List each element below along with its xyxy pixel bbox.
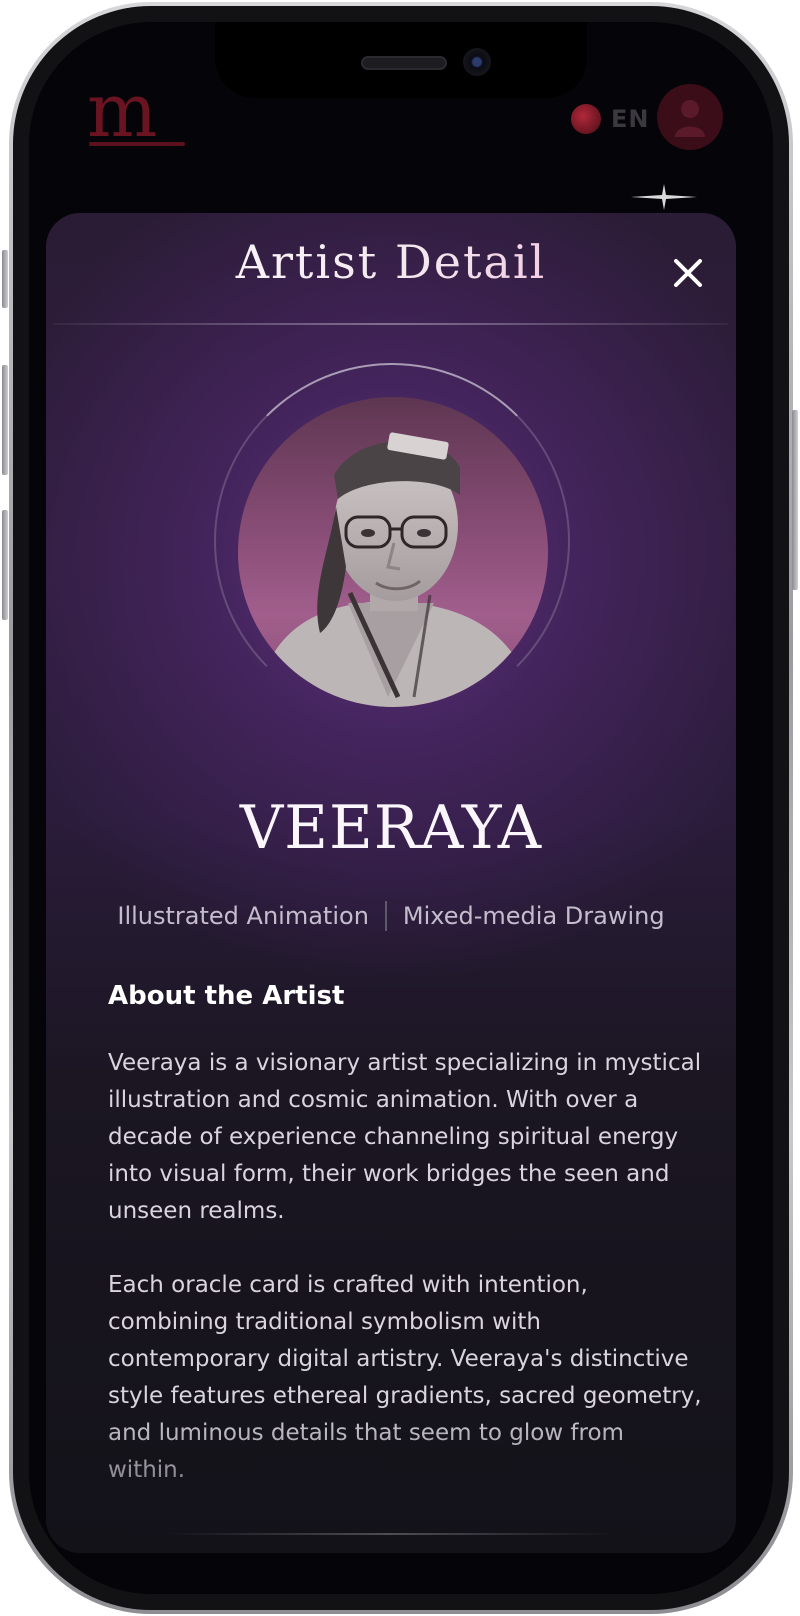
header-divider [54,323,728,325]
portrait-illustration [256,432,534,707]
phone-frame: m EN Artist Detail VEERAYA Illustrated A… [9,2,793,1614]
brand-logo[interactable]: m [87,74,157,148]
front-camera [463,48,491,76]
device-notch [215,22,587,98]
phone-bezel: m EN Artist Detail VEERAYA Illustrated A… [13,6,789,1610]
bio-paragraph: Veeraya is a visionary artist specializi… [108,1050,702,1224]
profile-button[interactable] [657,84,723,150]
artist-tags: Illustrated Animation Mixed-media Drawin… [46,901,736,931]
artist-portrait [238,397,548,707]
close-icon [674,259,702,287]
thai-flag-icon [571,104,601,134]
about-heading: About the Artist [108,981,345,1011]
artist-name: VEERAYA [239,793,543,863]
power-button [792,410,798,590]
logo-underline [89,142,185,146]
modal-title: Artist Detail [46,235,736,289]
tag-divider [384,901,387,931]
language-switcher[interactable]: EN [571,104,649,134]
user-icon [675,100,705,137]
bottom-divider [166,1533,616,1535]
sparkle-icon [631,184,697,210]
language-label: EN [611,105,650,133]
volume-down-button [2,510,8,620]
volume-up-button [2,365,8,475]
close-button[interactable] [666,251,710,295]
modal-header: Artist Detail [46,213,736,325]
artist-detail-modal: Artist Detail VEERAYA Illustrated Animat… [46,213,736,1553]
bio-paragraph: Each oracle card is crafted with intenti… [108,1272,702,1483]
artist-tag: Illustrated Animation [117,902,369,930]
earpiece-speaker [361,56,447,70]
artist-tag: Mixed-media Drawing [402,902,665,930]
phone-screen: m EN Artist Detail VEERAYA Illustrated A… [29,22,773,1594]
silent-switch [2,250,8,308]
